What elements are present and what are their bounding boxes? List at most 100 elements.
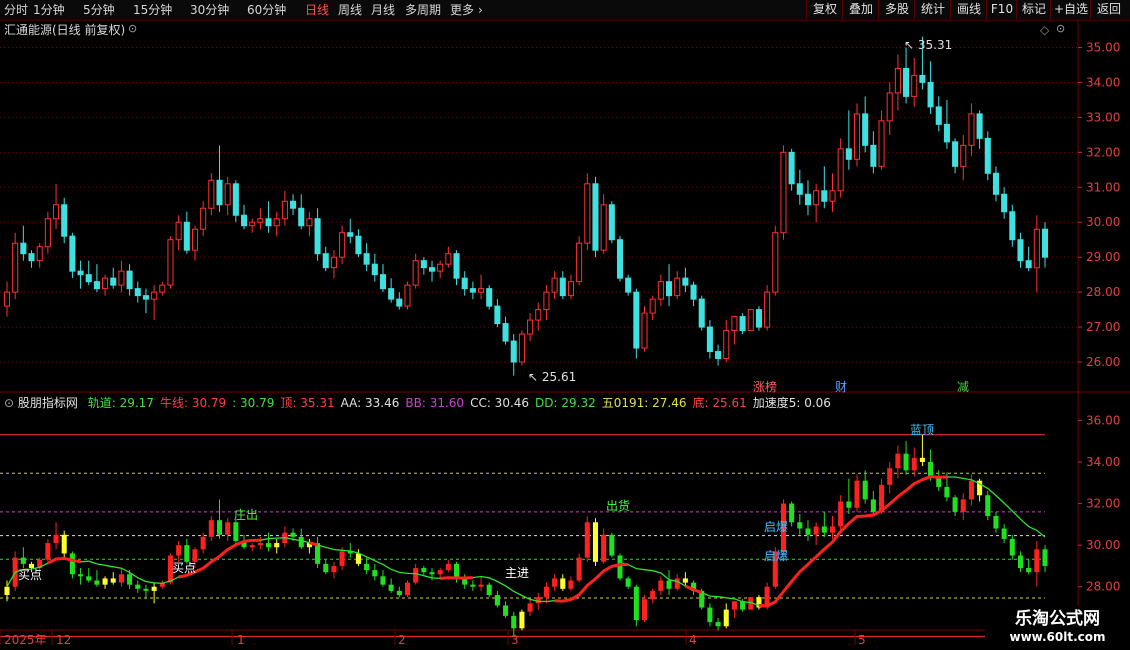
candle-body [371, 263, 378, 276]
candle-body [543, 291, 550, 311]
y-tick-label: 34.00 [1086, 455, 1120, 469]
candle-body [870, 144, 877, 167]
candle-body [322, 253, 329, 269]
indicator-bar [266, 543, 272, 548]
candle-body [232, 183, 239, 216]
indicator-bar [1009, 538, 1015, 556]
indicator-bar [1017, 555, 1024, 569]
indicator-bar [952, 497, 958, 512]
time-axis-label: 4 [689, 633, 697, 647]
y-tick-label: 32.00 [1086, 145, 1120, 159]
candle-body [690, 284, 697, 300]
y-tick-label: 26.00 [1086, 355, 1120, 369]
candle-body [126, 270, 133, 290]
candle-body [804, 193, 812, 206]
candle-body [61, 204, 68, 237]
event-label[interactable]: 涨榜 [753, 380, 777, 394]
indicator-bar [609, 534, 615, 556]
indicator-bar [86, 576, 92, 581]
candle-body [518, 333, 525, 363]
indicator-bar [854, 480, 860, 508]
indicator-bar [315, 543, 321, 564]
indicator-bar [478, 584, 484, 587]
candle-body [510, 340, 517, 363]
candle-body [584, 183, 591, 244]
y-tick-label: 33.00 [1086, 110, 1120, 124]
indicator-bar [568, 580, 574, 589]
candle-body [363, 253, 370, 265]
candle-body [878, 120, 885, 167]
candle-body [845, 148, 852, 160]
candle-body [649, 298, 656, 314]
candle-body [183, 221, 190, 251]
candle-body [780, 151, 787, 234]
candle-body [85, 274, 92, 283]
candle-body [911, 74, 918, 97]
candle-body [93, 281, 100, 290]
candle-body [469, 288, 476, 293]
indicator-bar [674, 578, 680, 589]
indicator-bar [960, 499, 966, 512]
indicator-bar [61, 534, 67, 554]
indicator-bar [388, 584, 394, 591]
candle-body [796, 183, 803, 195]
candle-body [69, 235, 76, 272]
event-label[interactable]: 减 [957, 380, 969, 394]
candle-body [1001, 193, 1008, 213]
candle-body [608, 204, 615, 241]
candle-body [339, 232, 346, 258]
indicator-bar [69, 553, 75, 575]
indicator-bar [993, 516, 999, 529]
candle-body [984, 137, 991, 174]
candle-body [388, 288, 395, 300]
candle-body [355, 235, 362, 255]
candle-body [191, 228, 199, 251]
candle-body [453, 253, 460, 279]
indicator-bar [805, 528, 811, 535]
indicator-bar [968, 480, 974, 500]
indicator-bar [78, 574, 84, 577]
indicator-bar [396, 590, 402, 596]
indicator-bar [911, 457, 917, 471]
candle-body [943, 123, 950, 143]
candle-body [755, 309, 762, 328]
indicator-bar [723, 609, 729, 627]
indicator-bar [543, 586, 549, 598]
high-price-value: 35.31 [917, 38, 953, 52]
indicator-bar [274, 543, 280, 548]
indicator-bar [494, 595, 500, 606]
candle-body [412, 260, 419, 286]
candle-body [306, 218, 313, 227]
indicator-bar [470, 584, 476, 587]
indicator-bar [797, 522, 803, 529]
event-label[interactable]: 财 [835, 380, 847, 394]
candle-body [290, 200, 297, 209]
candle-body [330, 256, 337, 269]
candle-body [1009, 211, 1016, 241]
candle-body [110, 277, 117, 286]
indicator-bar [249, 545, 255, 548]
indicator-bar [731, 601, 737, 610]
indicator-bar [331, 565, 337, 573]
candle-body [77, 270, 84, 276]
y-tick-label: 28.00 [1086, 285, 1120, 299]
candle-body [886, 92, 893, 122]
candle-body [1025, 260, 1032, 269]
candle-body [478, 288, 485, 293]
candle-body [952, 141, 959, 167]
indicator-bar [110, 578, 116, 583]
indicator-bar [707, 607, 713, 623]
stock-chart[interactable]: 35.00 34.00 33.00 32.00 31.00 30.00 29.00 28.00… [0, 0, 1130, 650]
y-tick-label: 34.00 [1086, 75, 1120, 89]
candle-body [976, 113, 983, 139]
candle-body [281, 200, 288, 220]
indicator-bar [641, 599, 648, 620]
indicator-bar [372, 570, 378, 577]
indicator-bar [658, 580, 664, 591]
y-tick-label: 29.00 [1086, 250, 1120, 264]
candle-body [200, 207, 207, 230]
indicator-bar [519, 611, 525, 629]
candle-body [747, 309, 754, 332]
signal-label: 启爆 [764, 520, 789, 534]
candle-body [657, 281, 664, 300]
